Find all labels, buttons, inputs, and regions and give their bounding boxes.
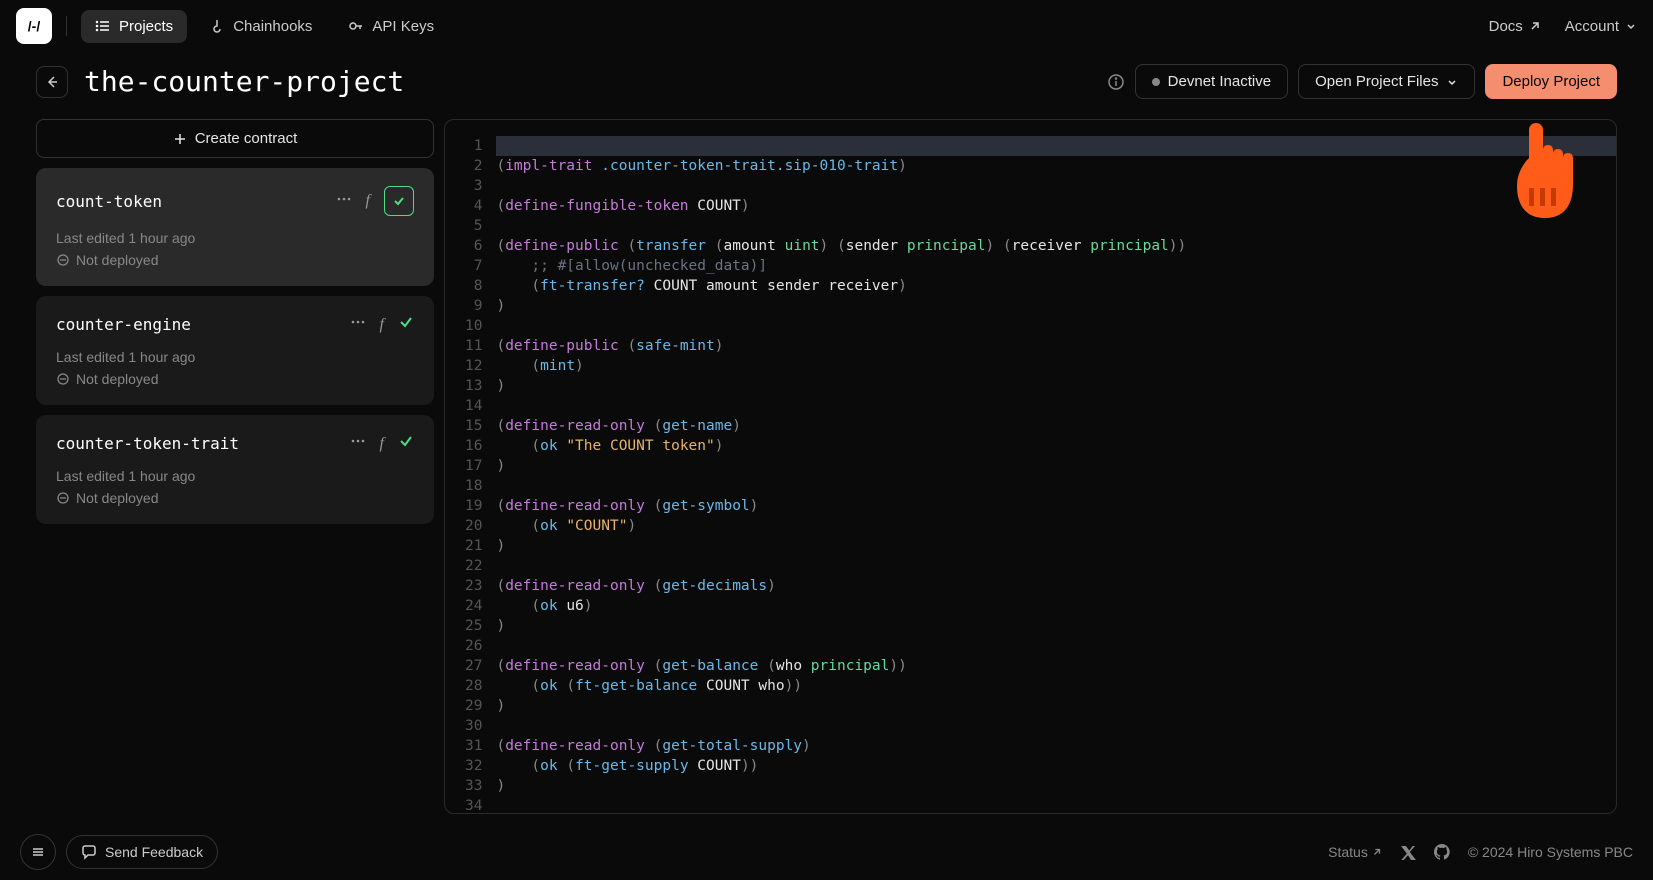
feedback-label: Send Feedback [105, 844, 203, 860]
open-files-button[interactable]: Open Project Files [1298, 64, 1475, 99]
nav-label: API Keys [372, 18, 434, 35]
external-icon [1529, 20, 1541, 32]
check-icon [398, 433, 414, 449]
contract-name: counter-token-trait [56, 434, 342, 453]
contract-name: counter-engine [56, 315, 342, 334]
feedback-button[interactable]: Send Feedback [66, 835, 218, 869]
contract-card[interactable]: counter-engine f Last edited 1 hour ago … [36, 296, 434, 405]
status-check [384, 186, 414, 216]
dots-icon [350, 314, 366, 330]
nav-docs[interactable]: Docs [1489, 18, 1541, 35]
deploy-label: Deploy Project [1502, 73, 1600, 90]
info-icon [1107, 73, 1125, 91]
dots-icon [336, 191, 352, 207]
list-icon [95, 18, 111, 34]
x-link[interactable] [1400, 844, 1416, 860]
x-icon [1400, 844, 1416, 860]
devnet-label: Devnet Inactive [1168, 73, 1271, 90]
menu-button[interactable] [20, 834, 56, 870]
create-contract-button[interactable]: Create contract [36, 119, 434, 158]
logo[interactable]: /-/ [16, 8, 52, 44]
copyright: © 2024 Hiro Systems PBC [1468, 844, 1633, 860]
contract-edited: Last edited 1 hour ago [56, 349, 414, 365]
status-dot-icon [1152, 78, 1160, 86]
project-title: the-counter-project [84, 65, 404, 98]
check-icon [398, 314, 414, 330]
info-button[interactable] [1107, 73, 1125, 91]
more-button[interactable] [336, 191, 352, 212]
code-content: (impl-trait .counter-token-trait.sip-010… [496, 136, 1616, 814]
hook-icon [209, 18, 225, 34]
more-button[interactable] [350, 433, 366, 454]
check-icon [392, 194, 406, 208]
code-editor[interactable]: 1234567891011121314151617181920212223242… [444, 119, 1617, 814]
dots-icon [350, 433, 366, 449]
nav-account[interactable]: Account [1565, 18, 1637, 35]
menu-icon [30, 844, 46, 860]
nav-label: Docs [1489, 18, 1523, 35]
nav-label: Account [1565, 18, 1619, 35]
chevron-down-icon [1625, 20, 1637, 32]
function-button[interactable]: f [366, 192, 370, 210]
contract-status: Not deployed [56, 490, 414, 506]
nav-label: Projects [119, 18, 173, 35]
line-gutter: 1234567891011121314151617181920212223242… [445, 120, 496, 813]
open-files-label: Open Project Files [1315, 73, 1438, 90]
contract-card[interactable]: counter-token-trait f Last edited 1 hour… [36, 415, 434, 524]
key-icon [348, 18, 364, 34]
nav-projects[interactable]: Projects [81, 10, 187, 43]
divider [66, 16, 67, 36]
not-deployed-icon [56, 491, 70, 505]
contract-status: Not deployed [56, 371, 414, 387]
nav-apikeys[interactable]: API Keys [334, 10, 448, 43]
chat-icon [81, 844, 97, 860]
chevron-down-icon [1446, 76, 1458, 88]
github-link[interactable] [1434, 844, 1450, 860]
contract-status: Not deployed [56, 252, 414, 268]
back-button[interactable] [36, 66, 68, 98]
github-icon [1434, 844, 1450, 860]
not-deployed-icon [56, 253, 70, 267]
nav-chainhooks[interactable]: Chainhooks [195, 10, 326, 43]
contract-card[interactable]: count-token f Last edited 1 hour ago Not… [36, 168, 434, 286]
plus-icon [173, 132, 187, 146]
status-check [398, 314, 414, 335]
external-icon [1372, 847, 1382, 857]
contract-edited: Last edited 1 hour ago [56, 468, 414, 484]
nav-label: Chainhooks [233, 18, 312, 35]
function-button[interactable]: f [380, 316, 384, 334]
deploy-button[interactable]: Deploy Project [1485, 64, 1617, 99]
status-check [398, 433, 414, 454]
contract-edited: Last edited 1 hour ago [56, 230, 414, 246]
status-link[interactable]: Status [1328, 844, 1382, 860]
create-label: Create contract [195, 130, 298, 147]
contract-name: count-token [56, 192, 328, 211]
devnet-button[interactable]: Devnet Inactive [1135, 64, 1288, 99]
more-button[interactable] [350, 314, 366, 335]
function-button[interactable]: f [380, 435, 384, 453]
not-deployed-icon [56, 372, 70, 386]
arrow-left-icon [44, 74, 60, 90]
